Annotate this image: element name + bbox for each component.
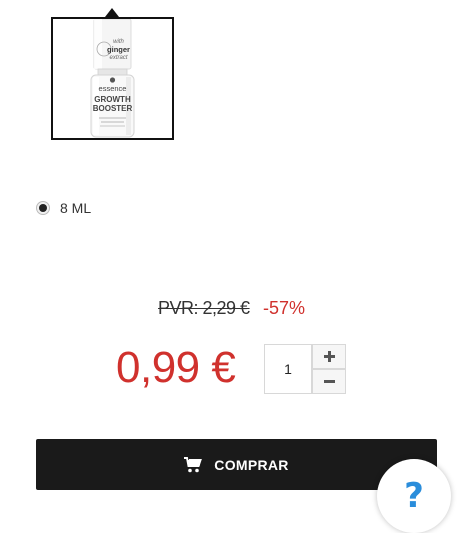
product-page: with ginger extract essence GROWTH BOOST… (0, 0, 475, 533)
quantity-decrement-button[interactable] (312, 369, 346, 394)
minus-icon (323, 380, 335, 383)
label-ginger: ginger (107, 45, 130, 54)
product-name-line1: GROWTH (94, 95, 131, 104)
variant-radio[interactable] (36, 201, 50, 215)
help-chat-button[interactable]: ? (377, 459, 451, 533)
variant-label: 8 ML (60, 200, 92, 216)
radio-selected-dot (39, 204, 47, 212)
quantity-increment-button[interactable] (312, 344, 346, 369)
current-price: 0,99 € (116, 343, 236, 392)
thumbnail-pointer-arrow (105, 8, 119, 17)
add-to-cart-button[interactable]: COMPRAR (36, 439, 437, 490)
label-extract: extract (109, 55, 128, 61)
quantity-input[interactable] (264, 344, 312, 394)
brand-label: essence (98, 84, 127, 93)
add-to-cart-label: COMPRAR (214, 456, 289, 473)
old-price: PVR: 2,29 € (158, 298, 250, 318)
variant-option-8ml[interactable]: 8 ML (36, 200, 91, 216)
product-thumbnail[interactable]: with ginger extract essence GROWTH BOOST… (51, 17, 174, 140)
cart-icon (184, 456, 203, 472)
discount-badge: -57% (263, 298, 306, 318)
product-name-line2: BOOSTER (92, 104, 133, 113)
question-mark-icon: ? (404, 476, 424, 516)
plus-icon (323, 351, 335, 362)
nail-polish-bottle-image (90, 19, 135, 138)
